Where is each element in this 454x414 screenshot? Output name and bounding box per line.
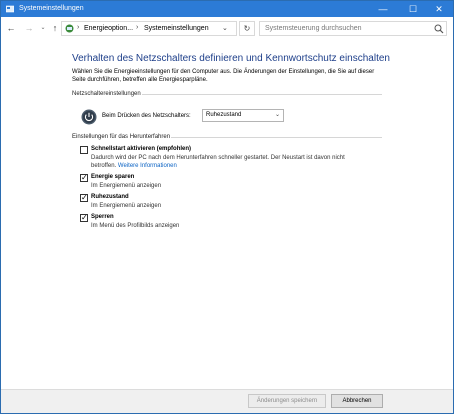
control-panel-small-icon	[65, 24, 74, 33]
breadcrumb-item-energy-options[interactable]: Energieoption...	[84, 25, 133, 32]
more-info-link[interactable]: Weitere Informationen	[118, 163, 177, 169]
breadcrumb-separator-icon: ›	[77, 24, 80, 31]
lock-description: Im Menü des Profilbilds anzeigen	[91, 223, 180, 229]
intro-text: Wählen Sie die Energieeinstellungen für …	[72, 69, 375, 83]
search-icon	[434, 24, 444, 34]
section-header-shutdown: Einstellungen für das Herunterfahren	[72, 134, 171, 140]
sleep-description: Im Energiemenü anzeigen	[91, 183, 162, 189]
checkmark-icon: ✓	[81, 173, 88, 182]
chevron-down-icon: ⌄	[275, 112, 281, 118]
close-button[interactable]: ✕	[425, 1, 453, 17]
forward-arrow-icon[interactable]: →	[23, 22, 35, 34]
checkmark-icon: ✓	[81, 213, 88, 222]
up-arrow-icon[interactable]: ↑	[49, 22, 61, 34]
fast-startup-description: Dadurch wird der PC nach dem Herunterfah…	[91, 155, 345, 161]
breadcrumb-item-system-settings[interactable]: Systemeinstellungen	[144, 25, 209, 32]
page-title: Verhalten des Netzschalters definieren u…	[72, 53, 390, 64]
lock-checkbox[interactable]: ✓	[80, 213, 88, 222]
power-button-action-select[interactable]: Ruhezustand ⌄	[202, 109, 284, 122]
fast-startup-description-line2: betroffen. Weitere Informationen	[91, 162, 177, 170]
maximize-button[interactable]: ☐	[399, 1, 427, 17]
refresh-button[interactable]: ↻	[239, 21, 255, 36]
main-content: Verhalten des Netzschalters definieren u…	[1, 39, 453, 389]
fast-startup-description-end: betroffen.	[91, 163, 117, 169]
footer-bar: Änderungen speichern Abbrechen	[1, 389, 453, 413]
hibernate-description: Im Energiemenü anzeigen	[91, 203, 162, 209]
section-header-power-button: Netzschaltereinstellungen	[72, 91, 141, 97]
sleep-checkbox[interactable]: ✓	[80, 173, 88, 182]
search-placeholder: Systemsteuerung durchsuchen	[265, 25, 362, 32]
title-bar[interactable]: Systemeinstellungen — ☐ ✕	[1, 1, 453, 17]
fast-startup-label[interactable]: Schnellstart aktivieren (empfohlen)	[91, 146, 191, 152]
section-divider	[142, 94, 382, 95]
fast-startup-checkbox[interactable]	[80, 146, 88, 154]
power-button-label: Beim Drücken des Netzschalters:	[102, 113, 191, 119]
recent-locations-icon[interactable]: ⌄	[37, 22, 49, 34]
sleep-label[interactable]: Energie sparen	[91, 174, 134, 180]
checkmark-icon: ✓	[81, 193, 88, 202]
breadcrumb-separator-icon: ›	[136, 24, 139, 31]
back-arrow-icon[interactable]: ←	[5, 22, 17, 34]
power-button-action-value: Ruhezustand	[206, 112, 242, 118]
search-input[interactable]: Systemsteuerung durchsuchen	[259, 21, 447, 36]
address-bar: ← → ⌄ ↑ › Energieoption... › Systemeinst…	[1, 17, 453, 39]
window-title: Systemeinstellungen	[19, 5, 84, 12]
cancel-button[interactable]: Abbrechen	[331, 394, 383, 408]
minimize-button[interactable]: —	[369, 1, 397, 17]
system-settings-window: Systemeinstellungen — ☐ ✕ ← → ⌄ ↑ › Ener…	[0, 0, 454, 414]
breadcrumb[interactable]: › Energieoption... › Systemeinstellungen…	[61, 21, 237, 36]
power-button-icon	[81, 109, 97, 125]
refresh-icon: ↻	[243, 24, 251, 33]
lock-label[interactable]: Sperren	[91, 214, 114, 220]
hibernate-checkbox[interactable]: ✓	[80, 193, 88, 202]
hibernate-label[interactable]: Ruhezustand	[91, 194, 129, 200]
section-divider	[171, 137, 382, 138]
control-panel-icon	[6, 5, 14, 13]
save-changes-button[interactable]: Änderungen speichern	[248, 394, 326, 408]
chevron-down-icon[interactable]: ⌄	[222, 24, 228, 32]
